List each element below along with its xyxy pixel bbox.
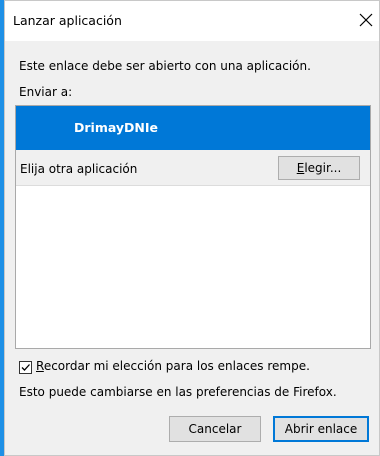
remember-accesskey: R [36,359,44,373]
remember-label-text: ecordar mi elección para los enlaces rem… [43,359,310,373]
launch-app-dialog: Lanzar aplicación Este enlace debe ser a… [4,0,380,456]
close-icon[interactable] [355,9,377,31]
open-link-button[interactable]: Abrir enlace [273,416,369,442]
checkmark-icon [21,364,30,371]
application-list[interactable]: DrimayDNIe Elija otra aplicación Elegir.… [15,105,371,349]
window-title: Lanzar aplicación [13,13,122,28]
preferences-note: Esto puede cambiarse en las preferencias… [19,385,337,399]
choose-other-label: Elija otra aplicación [20,162,138,176]
app-item-choose-other[interactable]: Elija otra aplicación Elegir... [16,150,370,186]
dialog-message: Este enlace debe ser abierto con una apl… [19,59,311,73]
app-item-drimaydnie[interactable]: DrimayDNIe [16,106,370,150]
send-to-label: Enviar a: [19,85,73,99]
choose-button-label: legir... [304,161,342,175]
app-item-label: DrimayDNIe [74,120,159,135]
remember-choice-label: Recordar mi elección para los enlaces re… [36,359,310,373]
cancel-button[interactable]: Cancelar [169,416,261,442]
title-bar: Lanzar aplicación [5,1,379,41]
checkbox-box[interactable] [19,361,32,374]
choose-button[interactable]: Elegir... [278,156,360,180]
